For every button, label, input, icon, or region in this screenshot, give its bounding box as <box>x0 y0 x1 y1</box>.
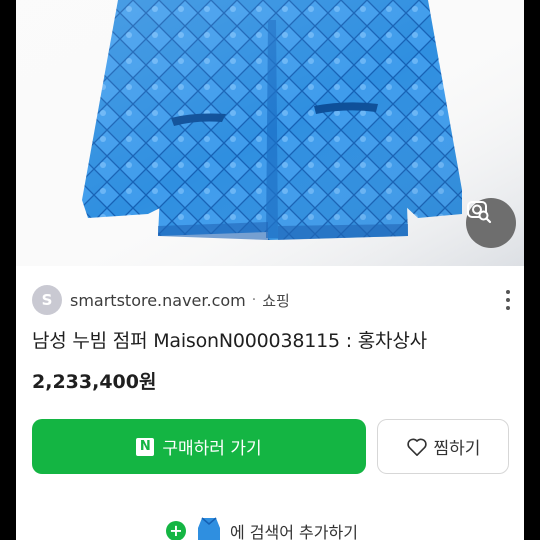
add-plus-icon: + <box>166 521 186 540</box>
separator-dot: · <box>251 292 257 308</box>
site-favicon-icon: S <box>32 285 62 315</box>
search-result-card: S smartstore.naver.com · 쇼핑 남성 누빔 점퍼 Mai… <box>16 0 524 540</box>
source-domain[interactable]: smartstore.naver.com <box>70 291 246 310</box>
wishlist-button[interactable]: 찜하기 <box>377 419 509 474</box>
wishlist-button-label: 찜하기 <box>433 439 481 459</box>
add-to-collection-label: 에 검색어 추가하기 <box>230 523 358 540</box>
google-lens-button[interactable] <box>466 198 516 248</box>
product-title[interactable]: 남성 누빔 점퍼 MaisonN000038115 : 홍차상사 <box>32 326 427 353</box>
jacket-thumbnail-icon <box>198 517 220 540</box>
naver-n-icon: N <box>136 437 155 456</box>
quilted-jacket-illustration <box>16 0 524 266</box>
product-price: 2,233,400원 <box>32 371 157 393</box>
add-to-collection-row[interactable]: + 에 검색어 추가하기 <box>166 516 358 540</box>
source-row[interactable]: S smartstore.naver.com · 쇼핑 <box>32 284 290 316</box>
heart-icon <box>406 437 428 457</box>
buy-button[interactable]: N 구매하러 가기 <box>32 419 366 474</box>
more-options-icon[interactable] <box>500 288 516 312</box>
source-category: 쇼핑 <box>262 291 290 310</box>
lens-search-icon <box>467 201 492 224</box>
buy-button-label: 구매하러 가기 <box>162 439 262 459</box>
product-image[interactable] <box>16 0 524 266</box>
